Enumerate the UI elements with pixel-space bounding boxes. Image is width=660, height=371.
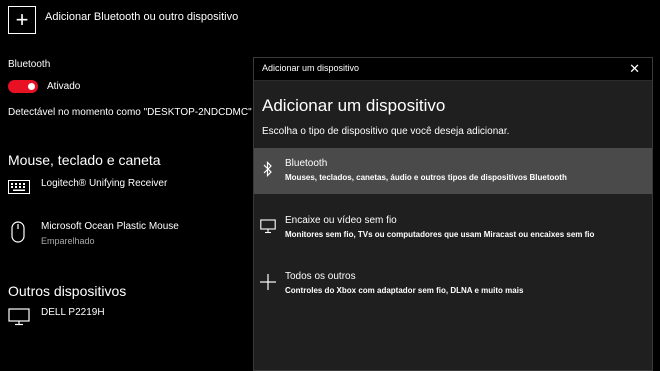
monitor-icon: [8, 308, 30, 326]
option-everything-else[interactable]: Todos os outros Controles do Xbox com ad…: [254, 261, 652, 307]
toggle-knob: [28, 83, 35, 90]
keyboard-icon: [8, 180, 30, 194]
mouse-keyboard-pen-heading: Mouse, teclado e caneta: [8, 152, 161, 168]
bluetooth-toggle-state: Ativado: [47, 81, 81, 92]
device-name: Logitech® Unifying Receiver: [41, 178, 168, 189]
option-description: Controles do Xbox com adaptador sem fio,…: [285, 286, 524, 295]
device-item-logitech[interactable]: Logitech® Unifying Receiver: [8, 177, 248, 199]
add-device-dialog: Adicionar um dispositivo ✕ Adicionar um …: [253, 57, 653, 371]
plus-icon: +: [15, 7, 29, 32]
add-device-button[interactable]: +: [8, 6, 36, 34]
option-description: Monitores sem fio, TVs ou computadores q…: [285, 230, 595, 239]
mouse-icon: [11, 221, 25, 243]
option-title: Todos os outros: [285, 271, 356, 282]
add-device-label[interactable]: Adicionar Bluetooth ou outro dispositivo: [45, 11, 238, 23]
monitor-icon: [260, 219, 276, 234]
option-title: Encaixe ou vídeo sem fio: [285, 215, 397, 226]
option-description: Mouses, teclados, canetas, áudio e outro…: [285, 173, 567, 182]
device-item-dell[interactable]: DELL P2219H: [8, 306, 248, 328]
device-name: DELL P2219H: [41, 307, 105, 318]
device-item-ocean-mouse[interactable]: Microsoft Ocean Plastic Mouse Emparelhad…: [8, 218, 248, 248]
dialog-heading: Adicionar um dispositivo: [262, 96, 446, 115]
dialog-subtitle: Escolha o tipo de dispositivo que você d…: [262, 126, 510, 137]
discoverable-text: Detectável no momento como "DESKTOP-2NDC…: [8, 107, 252, 118]
option-wireless-display[interactable]: Encaixe ou vídeo sem fio Monitores sem f…: [254, 205, 652, 251]
bluetooth-heading: Bluetooth: [8, 59, 51, 70]
option-bluetooth[interactable]: Bluetooth Mouses, teclados, canetas, áud…: [254, 148, 652, 194]
close-icon[interactable]: ✕: [629, 61, 640, 77]
bluetooth-toggle[interactable]: [8, 80, 38, 93]
device-name: Microsoft Ocean Plastic Mouse: [41, 221, 179, 232]
plus-icon: [260, 274, 276, 290]
option-title: Bluetooth: [285, 158, 328, 169]
dialog-titlebar: Adicionar um dispositivo ✕: [254, 58, 652, 81]
bluetooth-icon: [263, 161, 272, 177]
device-status: Emparelhado: [41, 236, 95, 246]
other-devices-heading: Outros dispositivos: [8, 283, 127, 299]
dialog-window-title: Adicionar um dispositivo: [262, 63, 360, 73]
